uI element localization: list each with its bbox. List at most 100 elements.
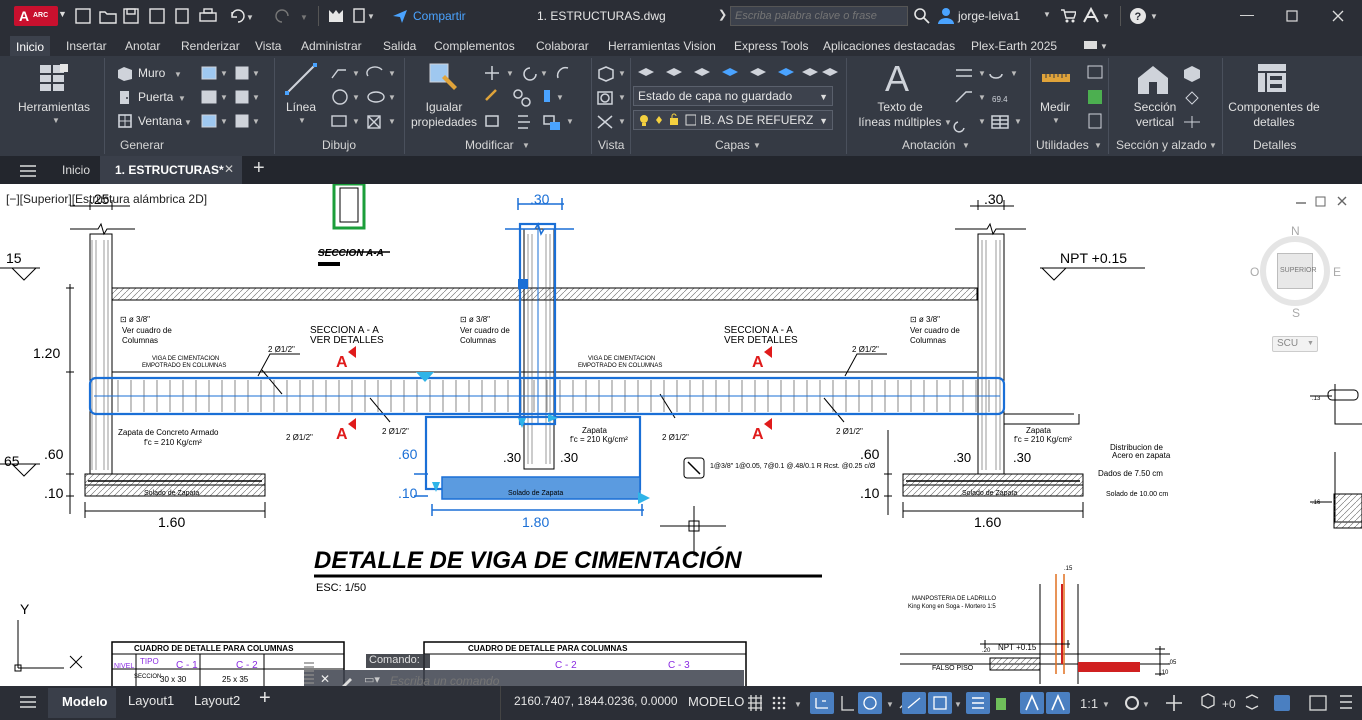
compass-s[interactable]: S <box>1292 306 1300 320</box>
section-icon[interactable] <box>1136 62 1170 96</box>
search-input[interactable] <box>730 6 908 26</box>
tab-plex-earth[interactable]: Plex-Earth 2025 <box>971 39 1057 53</box>
undo-icon[interactable] <box>231 9 245 23</box>
modificar-panel-label[interactable]: Modificar <box>465 138 514 152</box>
muro-button[interactable]: Muro <box>138 66 165 80</box>
layouts-menu-icon[interactable] <box>20 695 38 709</box>
window-icon[interactable] <box>116 113 134 129</box>
utilidades-panel-label[interactable]: Utilidades <box>1036 138 1089 152</box>
view-tools-icons[interactable]: ▼ ▼ ▼ <box>596 64 628 134</box>
text-icon[interactable]: A <box>885 58 909 100</box>
search-expand-icon[interactable]: ❯ <box>718 8 727 21</box>
seccion-panel-label[interactable]: Sección y alzado <box>1116 138 1207 152</box>
compass-n[interactable]: N <box>1291 224 1300 238</box>
utility-tools-icons[interactable] <box>1086 64 1106 134</box>
modify-tools-icons[interactable]: ▼ ▼ ▼ ▼ <box>482 64 582 134</box>
tools-icon[interactable] <box>38 62 70 96</box>
compass-e[interactable]: E <box>1333 265 1341 279</box>
annotation-tools-icons[interactable]: 69.4 ▼ ▼ ▼ ▼ ▼ <box>952 64 1026 134</box>
layer-state-dropdown[interactable]: Estado de capa no guardado ▼ <box>633 86 833 106</box>
command-close-icon[interactable]: ✕ <box>320 672 330 686</box>
viewport-label[interactable]: [−][Superior][Estructura alámbrica 2D] <box>6 192 207 206</box>
seccion-vertical-button[interactable]: Sección vertical <box>1130 100 1180 130</box>
help-icon[interactable]: ? ▼ <box>1129 7 1161 25</box>
draw-tools-icons[interactable]: ▼ ▼ ▼ ▼ ▼ ▼ <box>328 64 402 134</box>
drawing-canvas[interactable]: [−][Superior][Estructura alámbrica 2D] 1… <box>0 184 1362 686</box>
door-icon[interactable] <box>116 89 134 105</box>
tab-administrar[interactable]: Administrar <box>301 39 362 53</box>
tab-layout1[interactable]: Layout1 <box>128 693 174 713</box>
medir-button[interactable]: Medir <box>1040 100 1070 115</box>
tab-complementos[interactable]: Complementos <box>434 39 515 53</box>
tab-aplicaciones-destacadas[interactable]: Aplicaciones destacadas <box>823 39 955 53</box>
compass-o[interactable]: O <box>1250 265 1259 279</box>
section-tools-icons[interactable] <box>1182 64 1202 134</box>
line-icon[interactable] <box>284 62 318 96</box>
save-icon[interactable] <box>123 8 139 24</box>
capas-panel-label[interactable]: Capas <box>715 138 750 152</box>
tab-herramientas-vision[interactable]: Herramientas Vision <box>608 39 716 53</box>
search-icon[interactable] <box>913 7 931 25</box>
tab-inicio-doc[interactable]: Inicio <box>62 163 90 177</box>
wall-icon[interactable] <box>116 65 134 81</box>
igualar-propiedades-button[interactable]: Igualar propiedades <box>410 100 478 130</box>
close-tab-icon[interactable]: ✕ <box>224 162 234 176</box>
herramientas-button[interactable]: Herramientas <box>18 100 90 115</box>
tab-layout2[interactable]: Layout2 <box>194 693 240 713</box>
ribbon-toggle-icon[interactable]: ▼ <box>1083 39 1109 51</box>
user-menu-chevron-icon[interactable]: ▼ <box>1043 10 1051 19</box>
viewport-window-controls[interactable] <box>1294 194 1356 210</box>
tab-insertar[interactable]: Insertar <box>66 39 107 53</box>
tab-salida[interactable]: Salida <box>383 39 416 53</box>
share-file-icon[interactable] <box>175 8 189 24</box>
viewcube[interactable]: SUPERIOR N S O E <box>1248 224 1344 320</box>
componentes-detalles-button[interactable]: Componentes de detalles <box>1226 100 1322 130</box>
model-space-button[interactable]: MODELO <box>688 694 744 714</box>
hamburger-menu-icon[interactable] <box>20 164 38 178</box>
vista-panel-label[interactable]: Vista <box>598 138 624 152</box>
status-toolbar[interactable]: ▼ ▼ ▼ 1:1 ▼ ▼ +0 <box>746 692 1356 716</box>
autocad-logo[interactable]: A ARC <box>14 6 58 26</box>
maximize-icon[interactable] <box>1286 10 1298 22</box>
measure-icon[interactable] <box>1040 68 1074 88</box>
layer-tools-icons[interactable] <box>636 64 842 82</box>
dibujo-panel-label[interactable]: Dibujo <box>322 138 356 152</box>
new-icon[interactable] <box>75 8 91 24</box>
command-grip-icon[interactable] <box>304 660 314 684</box>
tab-colaborar[interactable]: Colaborar <box>536 39 589 53</box>
grip-points[interactable] <box>416 279 650 504</box>
puerta-button[interactable]: Puerta <box>138 90 173 104</box>
print-icon[interactable] <box>199 12 217 22</box>
tab-vista[interactable]: Vista <box>255 39 281 53</box>
open-icon[interactable] <box>99 11 117 24</box>
command-line[interactable]: Comando: ✕ ▭▾ <box>304 654 744 686</box>
detail-components-icon[interactable] <box>1256 62 1290 96</box>
close-icon[interactable] <box>1332 10 1344 22</box>
user-name[interactable]: jorge-leiva1 <box>958 9 1020 23</box>
new-layout-icon[interactable]: + <box>259 687 271 709</box>
tab-anotar[interactable]: Anotar <box>125 39 160 53</box>
ventana-button[interactable]: Ventana <box>138 114 182 128</box>
cart-icon[interactable] <box>1060 8 1076 24</box>
tab-inicio[interactable]: Inicio <box>10 36 51 56</box>
tab-modelo[interactable]: Modelo <box>48 688 116 718</box>
app-menu-chevron-icon[interactable]: ▼ <box>58 9 67 19</box>
linea-button[interactable]: Línea <box>286 100 316 115</box>
tab-active-drawing[interactable]: 1. ESTRUCTURAS* ✕ <box>100 156 242 184</box>
save-as-icon[interactable] <box>149 8 165 24</box>
new-tab-icon[interactable]: + <box>253 157 265 180</box>
mtext-button[interactable]: Texto de líneas múltiples <box>855 100 945 130</box>
workspace-icon[interactable] <box>329 10 343 22</box>
match-properties-icon[interactable] <box>428 62 460 94</box>
tab-express-tools[interactable]: Express Tools <box>734 39 808 53</box>
autodesk-icon[interactable]: ▼ <box>1082 7 1112 25</box>
sheet-icon[interactable] <box>353 8 365 23</box>
coordinates-readout[interactable]: 2160.7407, 1844.0236, 0.0000 <box>514 694 678 714</box>
generar-tools-icons[interactable]: ▼ ▼ ▼ ▼ ▼ ▼ <box>200 64 270 134</box>
anotacion-panel-label[interactable]: Anotación <box>902 138 955 152</box>
viewcube-top-face[interactable]: SUPERIOR <box>1277 253 1317 289</box>
tab-renderizar[interactable]: Renderizar <box>181 39 240 53</box>
customize-icon[interactable] <box>338 674 356 686</box>
current-layer-dropdown[interactable]: IB. AS DE REFUERZ ▼ <box>633 110 833 130</box>
detalles-panel-label[interactable]: Detalles <box>1253 138 1296 152</box>
